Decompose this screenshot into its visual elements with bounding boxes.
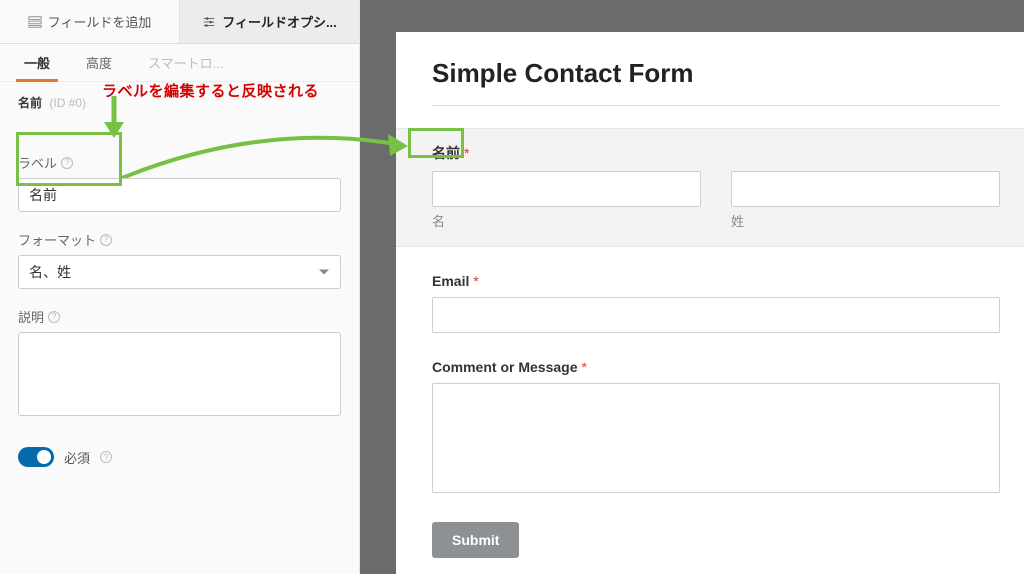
comment-input[interactable]	[432, 383, 1000, 493]
last-name-col: 姓	[731, 171, 1000, 230]
comment-field-label-text: Comment or Message	[432, 359, 577, 375]
email-input[interactable]	[432, 297, 1000, 333]
last-name-input[interactable]	[731, 171, 1000, 207]
subtab-smart-logic[interactable]: スマートロ...	[130, 44, 241, 81]
description-label-text: 説明	[18, 307, 44, 326]
sliders-icon	[202, 15, 216, 29]
form-canvas: Simple Contact Form 名前 * 名 姓	[360, 0, 1024, 574]
field-identity-id: (ID #0)	[49, 96, 86, 110]
row-description: 説明 ?	[18, 307, 341, 419]
row-format: フォーマット ? 名、姓	[18, 230, 341, 289]
format-label: フォーマット ?	[18, 230, 341, 249]
submit-button[interactable]: Submit	[432, 522, 519, 558]
format-label-text: フォーマット	[18, 230, 96, 249]
divider	[432, 105, 1000, 106]
required-label: 必須	[64, 448, 90, 467]
help-icon[interactable]: ?	[100, 451, 112, 463]
sub-tabs: 一般 高度 スマートロ...	[0, 44, 359, 82]
format-select-wrap: 名、姓	[18, 255, 341, 289]
tab-field-options[interactable]: フィールドオプシ...	[180, 0, 359, 43]
email-field-label-text: Email	[432, 273, 469, 289]
required-toggle[interactable]	[18, 447, 54, 467]
tab-field-options-label: フィールドオプシ...	[222, 12, 337, 31]
first-name-col: 名	[432, 171, 701, 230]
field-block-email[interactable]: Email *	[432, 273, 1000, 333]
help-icon[interactable]: ?	[48, 311, 60, 323]
tab-add-field-label: フィールドを追加	[48, 12, 152, 31]
label-input[interactable]	[18, 178, 341, 212]
format-select[interactable]: 名、姓	[18, 255, 341, 289]
first-name-input[interactable]	[432, 171, 701, 207]
description-label: 説明 ?	[18, 307, 341, 326]
side-panel: フィールドを追加 フィールドオプシ... 一般 高度 スマートロ... 名前 (…	[0, 0, 360, 574]
description-input[interactable]	[18, 332, 341, 416]
required-asterisk: *	[581, 359, 586, 375]
subtab-advanced[interactable]: 高度	[68, 44, 130, 81]
grid-icon	[28, 15, 42, 29]
name-field-label-text: 名前	[432, 143, 460, 163]
required-asterisk: *	[464, 145, 469, 161]
field-identity-name: 名前	[18, 96, 42, 110]
field-block-name[interactable]: 名前 * 名 姓	[396, 128, 1024, 247]
label-label-text: ラベル	[18, 153, 57, 172]
help-icon[interactable]: ?	[100, 234, 112, 246]
subtab-general[interactable]: 一般	[6, 44, 68, 81]
form-preview: Simple Contact Form 名前 * 名 姓	[396, 32, 1024, 574]
row-label: ラベル ?	[18, 153, 341, 212]
name-two-col: 名 姓	[432, 171, 1000, 230]
panel-tabs: フィールドを追加 フィールドオプシ...	[0, 0, 359, 44]
email-field-label: Email *	[432, 273, 479, 289]
help-icon[interactable]: ?	[61, 157, 73, 169]
tab-add-field[interactable]: フィールドを追加	[0, 0, 180, 43]
required-asterisk: *	[473, 273, 478, 289]
field-block-comment[interactable]: Comment or Message *	[432, 359, 1000, 496]
panel-body: 名前 (ID #0) ラベル ? フォーマット ? 名、姓	[0, 82, 359, 467]
form-title: Simple Contact Form	[432, 58, 1000, 89]
comment-field-label: Comment or Message *	[432, 359, 587, 375]
last-name-sublabel: 姓	[731, 211, 1000, 230]
row-required: 必須 ?	[18, 447, 341, 467]
first-name-sublabel: 名	[432, 211, 701, 230]
name-field-label: 名前 *	[432, 143, 469, 163]
label-label: ラベル ?	[18, 153, 341, 172]
field-identity: 名前 (ID #0)	[18, 94, 341, 111]
